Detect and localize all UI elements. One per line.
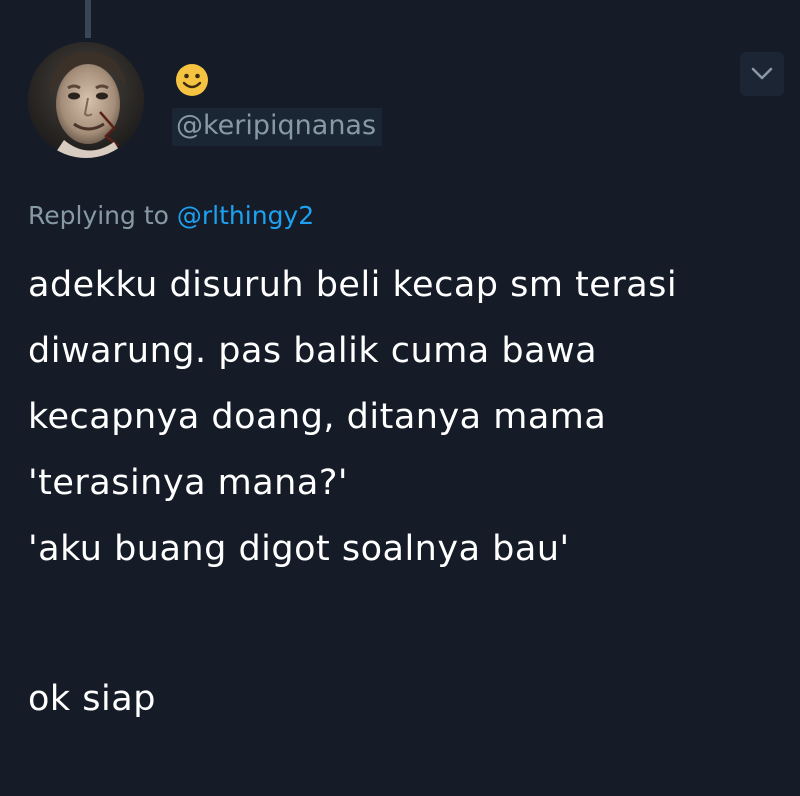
tweet-final-line: ok siap <box>28 679 156 719</box>
more-options-button[interactable] <box>740 52 784 96</box>
thread-connector-line <box>85 0 91 38</box>
reply-mention-link[interactable]: @rlthingy2 <box>177 201 314 230</box>
chevron-down-icon <box>751 67 773 80</box>
tweet-line: adekku disuruh beli kecap sm terasi <box>28 265 678 305</box>
replying-to-line: Replying to @rlthingy2 <box>28 196 314 236</box>
avatar[interactable] <box>28 42 144 158</box>
replying-to-label: Replying to <box>28 201 169 230</box>
avatar-photo-icon <box>28 42 144 158</box>
tweet-line: 'terasinya mana?' <box>28 463 349 503</box>
tweet-line: 'aku buang digot soalnya bau' <box>28 529 570 569</box>
smiley-emoji-icon <box>174 62 210 98</box>
user-handle[interactable]: @keripiqnanas <box>172 108 383 146</box>
tweet-line: diwarung. pas balik cuma bawa <box>28 331 598 371</box>
tweet-card: @keripiqnanas Replying to @rlthingy2 ade… <box>0 0 800 796</box>
tweet-line: kecapnya doang, ditanya mama <box>28 397 607 437</box>
tweet-body: adekku disuruh beli kecap sm terasi diwa… <box>28 252 788 732</box>
